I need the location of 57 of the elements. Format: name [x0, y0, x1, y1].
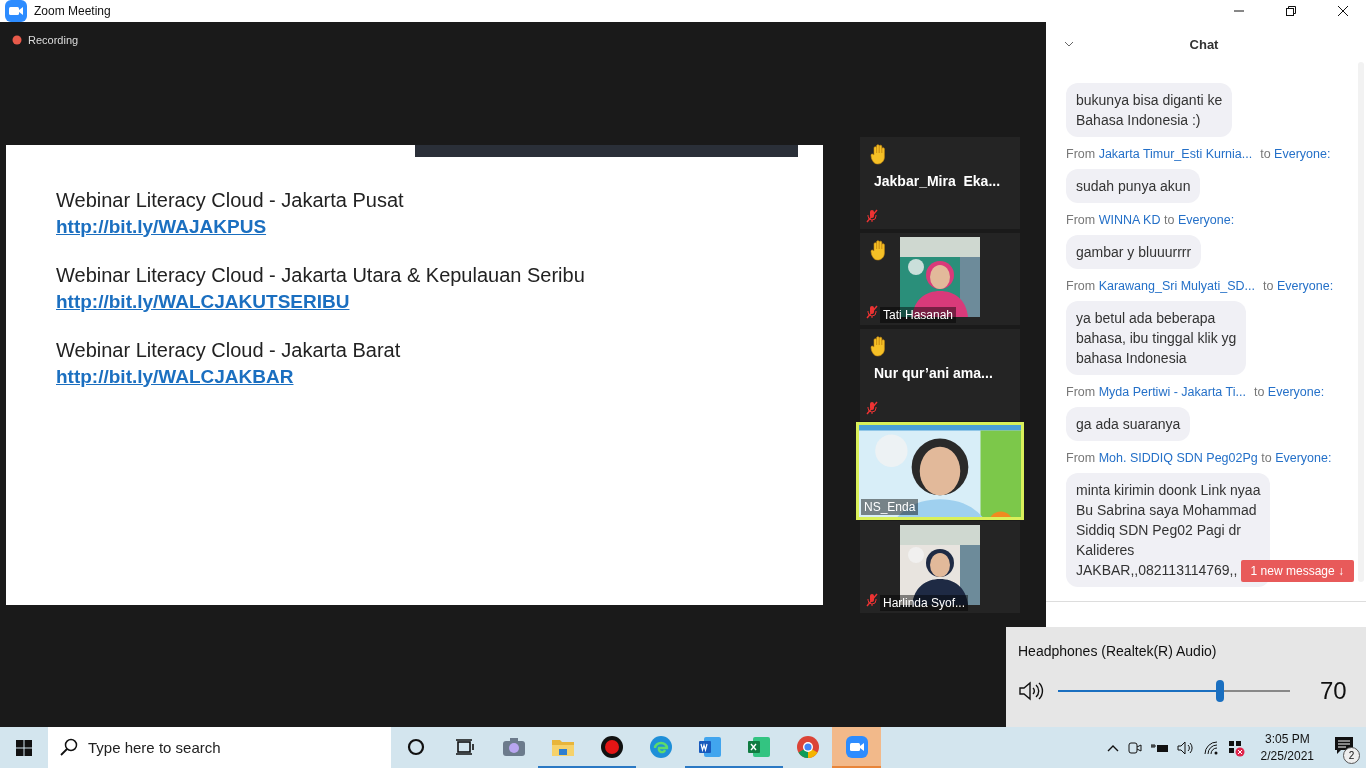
network-error-icon[interactable] — [1226, 738, 1245, 757]
chat-message: bukunya bisa diganti ke Bahasa Indonesia :) — [1066, 83, 1233, 137]
participant-tile[interactable]: Harlinda Syof... — [860, 520, 1020, 613]
clock-time[interactable]: 3:05 PM — [1264, 730, 1310, 748]
participant-name: NS_Enda — [861, 498, 919, 515]
speaker-icon[interactable] — [1176, 739, 1195, 756]
slide-link[interactable]: http://bit.ly/WAJAKPUS — [56, 215, 267, 238]
volume-thumb[interactable] — [1216, 680, 1225, 702]
recording-dot-icon — [12, 35, 22, 45]
camera-icon — [501, 736, 526, 757]
notification-button[interactable]: 2 — [1330, 733, 1358, 762]
chat-message: ya betul ada beberapa bahasa, ibu tinggal klik yg bahasa Indonesia — [1066, 301, 1247, 375]
message-header: From Karawang_Sri Mulyati_SD... to Everyone: — [1066, 279, 1335, 293]
slide-link[interactable]: http://bit.ly/WALCJAKBAR — [56, 365, 294, 388]
message-header: From Moh. SIDDIQ SDN Peg02Pg to Everyone: — [1066, 451, 1333, 465]
message-header: From Jakarta Timur_Esti Kurnia... to Everyone: — [1066, 147, 1332, 161]
restore-icon[interactable] — [1286, 6, 1296, 16]
wifi-icon[interactable] — [1202, 739, 1219, 756]
volume-reading: 70 — [1320, 677, 1347, 705]
collapse-chevron-icon[interactable] — [1064, 41, 1074, 47]
close-icon[interactable] — [1338, 6, 1348, 16]
participant-name: Jakbar_Mira Eka... — [874, 172, 1001, 189]
slide-heading: Webinar Literacy Cloud - Jakarta Pusat — [56, 188, 405, 212]
chevron-up-icon[interactable] — [1106, 743, 1119, 752]
video-camera-icon — [844, 734, 869, 759]
clock-date[interactable]: 2/25/2021 — [1260, 747, 1314, 765]
edge-icon — [648, 734, 673, 759]
chat-title: Chat — [1188, 36, 1220, 52]
cortana-icon — [406, 737, 425, 756]
volume-slider[interactable] — [1058, 680, 1290, 702]
speaker-icon[interactable] — [1018, 680, 1044, 702]
participant-tile[interactable]: NS_Enda — [856, 421, 1024, 520]
message-header: From Myda Pertiwi - Jakarta Ti... to Everyone: — [1066, 385, 1326, 399]
chat-message: sudah punya akun — [1066, 169, 1201, 203]
slide-heading: Webinar Literacy Cloud - Jakarta Utara & Kepulauan Seribu — [56, 263, 586, 287]
task-view-icon — [454, 737, 475, 756]
participant-name: Tati Hasanah — [880, 306, 957, 323]
participant-name: Nur qur’ani ama... — [874, 364, 993, 381]
recording-label: Recording — [28, 34, 79, 46]
record-icon — [599, 734, 624, 759]
excel-icon — [746, 735, 771, 758]
participant-tile[interactable]: Tati Hasanah — [860, 232, 1020, 325]
webcam-icon[interactable] — [1126, 739, 1143, 756]
participant-tile[interactable]: Nur qur’ani ama... — [860, 328, 1020, 421]
taskbar-search-field[interactable]: Type here to search — [48, 727, 391, 768]
chat-message: gambar y bluuurrrr — [1066, 235, 1202, 269]
slide-link[interactable]: http://bit.ly/WALCJAKUTSERIBU — [56, 290, 350, 313]
participant-name: Harlinda Syof... — [880, 594, 969, 611]
audio-device-label: Headphones (Realtek(R) Audio) — [1018, 643, 1218, 659]
chat-message: ga ada suaranya — [1066, 407, 1191, 441]
message-header: From WINNA KD to Everyone: — [1066, 213, 1236, 227]
participant-tile[interactable]: Jakbar_Mira Eka... — [860, 136, 1020, 229]
word-icon — [697, 735, 722, 758]
slide-heading: Webinar Literacy Cloud - Jakarta Barat — [56, 338, 402, 362]
window-title: Zoom Meeting — [34, 4, 112, 18]
chrome-icon — [795, 734, 820, 759]
windows-logo-icon[interactable] — [16, 739, 32, 756]
